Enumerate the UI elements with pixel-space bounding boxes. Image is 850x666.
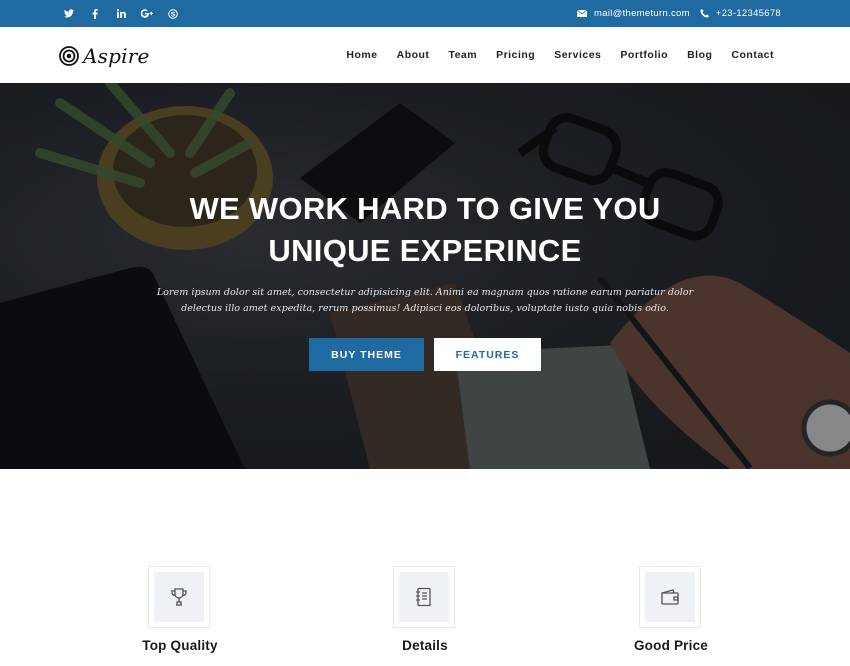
skype-icon[interactable] xyxy=(160,0,186,27)
envelope-icon xyxy=(577,10,588,17)
phone-item[interactable]: +23-12345678 xyxy=(700,8,781,19)
target-logo-icon xyxy=(59,46,79,66)
feature-details: Details xyxy=(335,566,515,666)
nav-services[interactable]: Services xyxy=(554,49,601,61)
feature-title: Top Quality xyxy=(142,638,218,653)
main-menu: Home About Team Pricing Services Portfol… xyxy=(327,27,774,83)
logo-text: Aspire xyxy=(83,44,150,68)
feature-good-price: Good Price xyxy=(581,566,761,666)
feature-icon-box xyxy=(393,566,455,628)
buy-theme-button[interactable]: BUY THEME xyxy=(309,338,424,371)
nav-home[interactable]: Home xyxy=(346,49,377,61)
navbar: Aspire Home About Team Pricing Services … xyxy=(0,27,850,83)
feature-top-quality: Top Quality xyxy=(90,566,270,666)
features-button[interactable]: FEATURES xyxy=(434,338,541,371)
hero-section: WE WORK HARD TO GIVE YOU UNIQUE EXPERINC… xyxy=(0,83,850,469)
logo[interactable]: Aspire xyxy=(59,44,150,68)
hero-description: Lorem ipsum dolor sit amet, consectetur … xyxy=(156,287,694,314)
top-bar: mail@themeturn.com +23-12345678 xyxy=(0,0,850,27)
phone-text: +23-12345678 xyxy=(715,8,781,19)
feature-title: Details xyxy=(402,638,448,653)
contact-info: mail@themeturn.com +23-12345678 xyxy=(567,0,781,27)
hero-title-line-2: UNIQUE EXPERINCE xyxy=(268,233,582,268)
feature-icon-box xyxy=(148,566,210,628)
nav-pricing[interactable]: Pricing xyxy=(496,49,535,61)
hero-title-line-1: WE WORK HARD TO GIVE YOU xyxy=(189,191,661,226)
feature-icon-box xyxy=(639,566,701,628)
twitter-icon[interactable] xyxy=(56,0,82,27)
nav-team[interactable]: Team xyxy=(448,49,477,61)
social-links xyxy=(56,0,186,27)
feature-title: Good Price xyxy=(633,638,708,653)
facebook-icon[interactable] xyxy=(82,0,108,27)
nav-contact[interactable]: Contact xyxy=(731,49,774,61)
phone-icon xyxy=(700,9,709,18)
nav-portfolio[interactable]: Portfolio xyxy=(620,49,668,61)
hero-overlay xyxy=(0,83,850,469)
google-plus-icon[interactable] xyxy=(134,0,160,27)
trophy-icon xyxy=(171,588,187,606)
nav-blog[interactable]: Blog xyxy=(687,49,712,61)
nav-about[interactable]: About xyxy=(397,49,430,61)
email-text: mail@themeturn.com xyxy=(594,8,690,19)
wallet-icon xyxy=(661,589,679,605)
email-item[interactable]: mail@themeturn.com xyxy=(577,8,690,19)
linkedin-icon[interactable] xyxy=(108,0,134,27)
notebook-icon xyxy=(416,587,431,607)
